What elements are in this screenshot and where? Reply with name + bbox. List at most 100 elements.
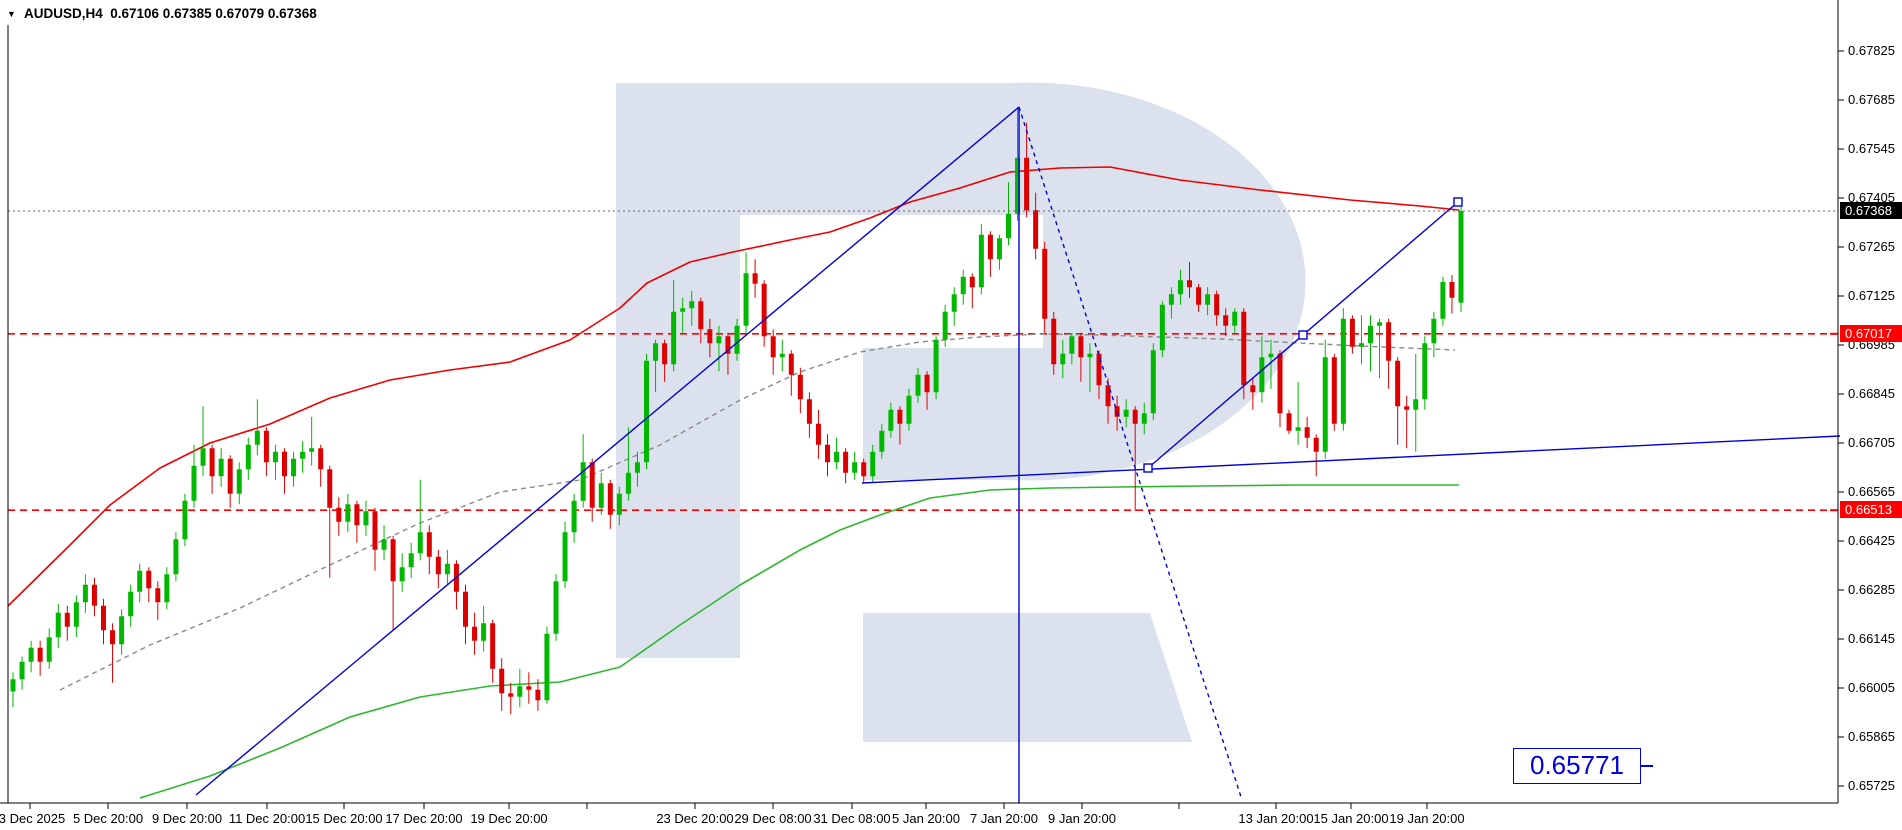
candle	[961, 277, 966, 295]
candle	[1395, 361, 1400, 407]
candle	[445, 564, 450, 575]
candle	[29, 648, 34, 662]
candle	[1305, 427, 1310, 438]
candle	[1296, 427, 1301, 431]
candle	[400, 567, 405, 581]
time-axis-label: 11 Dec 20:00	[229, 811, 305, 826]
candle	[273, 452, 278, 463]
candle	[1232, 312, 1237, 326]
candle	[1087, 354, 1092, 358]
trendline-handle	[1454, 198, 1462, 206]
candle	[1422, 343, 1427, 399]
candle	[1323, 357, 1328, 452]
candle	[698, 301, 703, 329]
candle	[798, 375, 803, 400]
candle	[554, 581, 559, 634]
candle	[38, 648, 43, 662]
candle	[1124, 410, 1129, 417]
candle	[1223, 315, 1228, 326]
time-axis-label: 9 Dec 20:00	[152, 811, 222, 826]
candle	[119, 616, 124, 644]
candle	[436, 557, 441, 575]
candle	[1268, 354, 1273, 358]
candle	[608, 483, 613, 515]
candle	[409, 553, 414, 567]
candle	[970, 277, 975, 288]
candle	[1024, 158, 1029, 211]
price-axis-label: 0.65725	[1848, 778, 1895, 793]
candle	[146, 571, 151, 589]
candle	[74, 602, 79, 627]
candle	[644, 361, 649, 463]
candle	[825, 445, 830, 463]
candle	[354, 504, 359, 525]
candle	[1386, 322, 1391, 361]
candle	[870, 452, 875, 477]
time-axis-label: 29 Dec 08:00	[734, 811, 811, 826]
candle	[916, 375, 921, 396]
time-axis-label: 15 Dec 20:00	[305, 811, 382, 826]
chart-window: ▼ AUDUSD,H4 0.67106 0.67385 0.67079 0.67…	[0, 0, 1902, 830]
candle	[517, 686, 522, 697]
candle	[1187, 280, 1192, 287]
candle	[852, 462, 857, 473]
price-axis-label: 0.66285	[1848, 582, 1895, 597]
candle	[1033, 210, 1038, 249]
chart-canvas[interactable]	[0, 0, 1902, 830]
trendline-handle	[1144, 464, 1152, 472]
candle	[219, 459, 224, 477]
price-axis-label: 0.66705	[1848, 435, 1895, 450]
candle	[282, 452, 287, 477]
candle	[1287, 413, 1292, 431]
candle	[689, 301, 694, 308]
candle	[780, 354, 785, 358]
candle	[1196, 287, 1201, 305]
candle	[1359, 343, 1364, 347]
candle	[155, 588, 160, 602]
candle	[662, 343, 667, 364]
candle	[906, 396, 911, 424]
candle	[771, 336, 776, 357]
candle	[128, 592, 133, 617]
level-price-box: 0.67017	[1840, 325, 1902, 342]
candle	[843, 452, 848, 473]
candle	[1205, 294, 1210, 305]
candle	[1006, 214, 1011, 239]
price-axis-label: 0.66565	[1848, 484, 1895, 499]
candle	[1404, 406, 1409, 410]
candle	[807, 399, 812, 424]
time-axis-label: 19 Jan 20:00	[1389, 811, 1464, 826]
time-axis-label: 15 Jan 20:00	[1313, 811, 1388, 826]
candle	[1142, 413, 1147, 424]
candle	[246, 445, 251, 470]
current-price-box: 0.67368	[1840, 202, 1902, 219]
candle	[318, 448, 323, 469]
candle	[762, 284, 767, 337]
price-axis-label: 0.67685	[1848, 92, 1895, 107]
candle	[544, 634, 549, 701]
candle	[1097, 354, 1102, 386]
time-axis-label: 19 Dec 20:00	[470, 811, 547, 826]
price-axis-label: 0.66845	[1848, 386, 1895, 401]
candle	[463, 592, 468, 627]
candle	[472, 627, 477, 641]
candle	[481, 623, 486, 641]
candle	[499, 669, 504, 694]
candle	[300, 452, 305, 459]
candle	[535, 690, 540, 701]
candle	[255, 431, 260, 445]
candle	[1449, 282, 1454, 298]
candle	[327, 469, 332, 508]
candle	[626, 473, 631, 494]
candle	[1178, 280, 1183, 294]
time-axis-label: 3 Dec 2025	[0, 811, 65, 826]
candle	[363, 511, 368, 525]
candle	[20, 662, 25, 680]
candle	[1350, 319, 1355, 347]
candle	[83, 585, 88, 603]
candle	[952, 294, 957, 312]
price-note-label[interactable]: 0.65771	[1513, 748, 1641, 784]
candle	[861, 462, 866, 476]
candle	[1160, 305, 1165, 351]
candle	[101, 606, 106, 631]
